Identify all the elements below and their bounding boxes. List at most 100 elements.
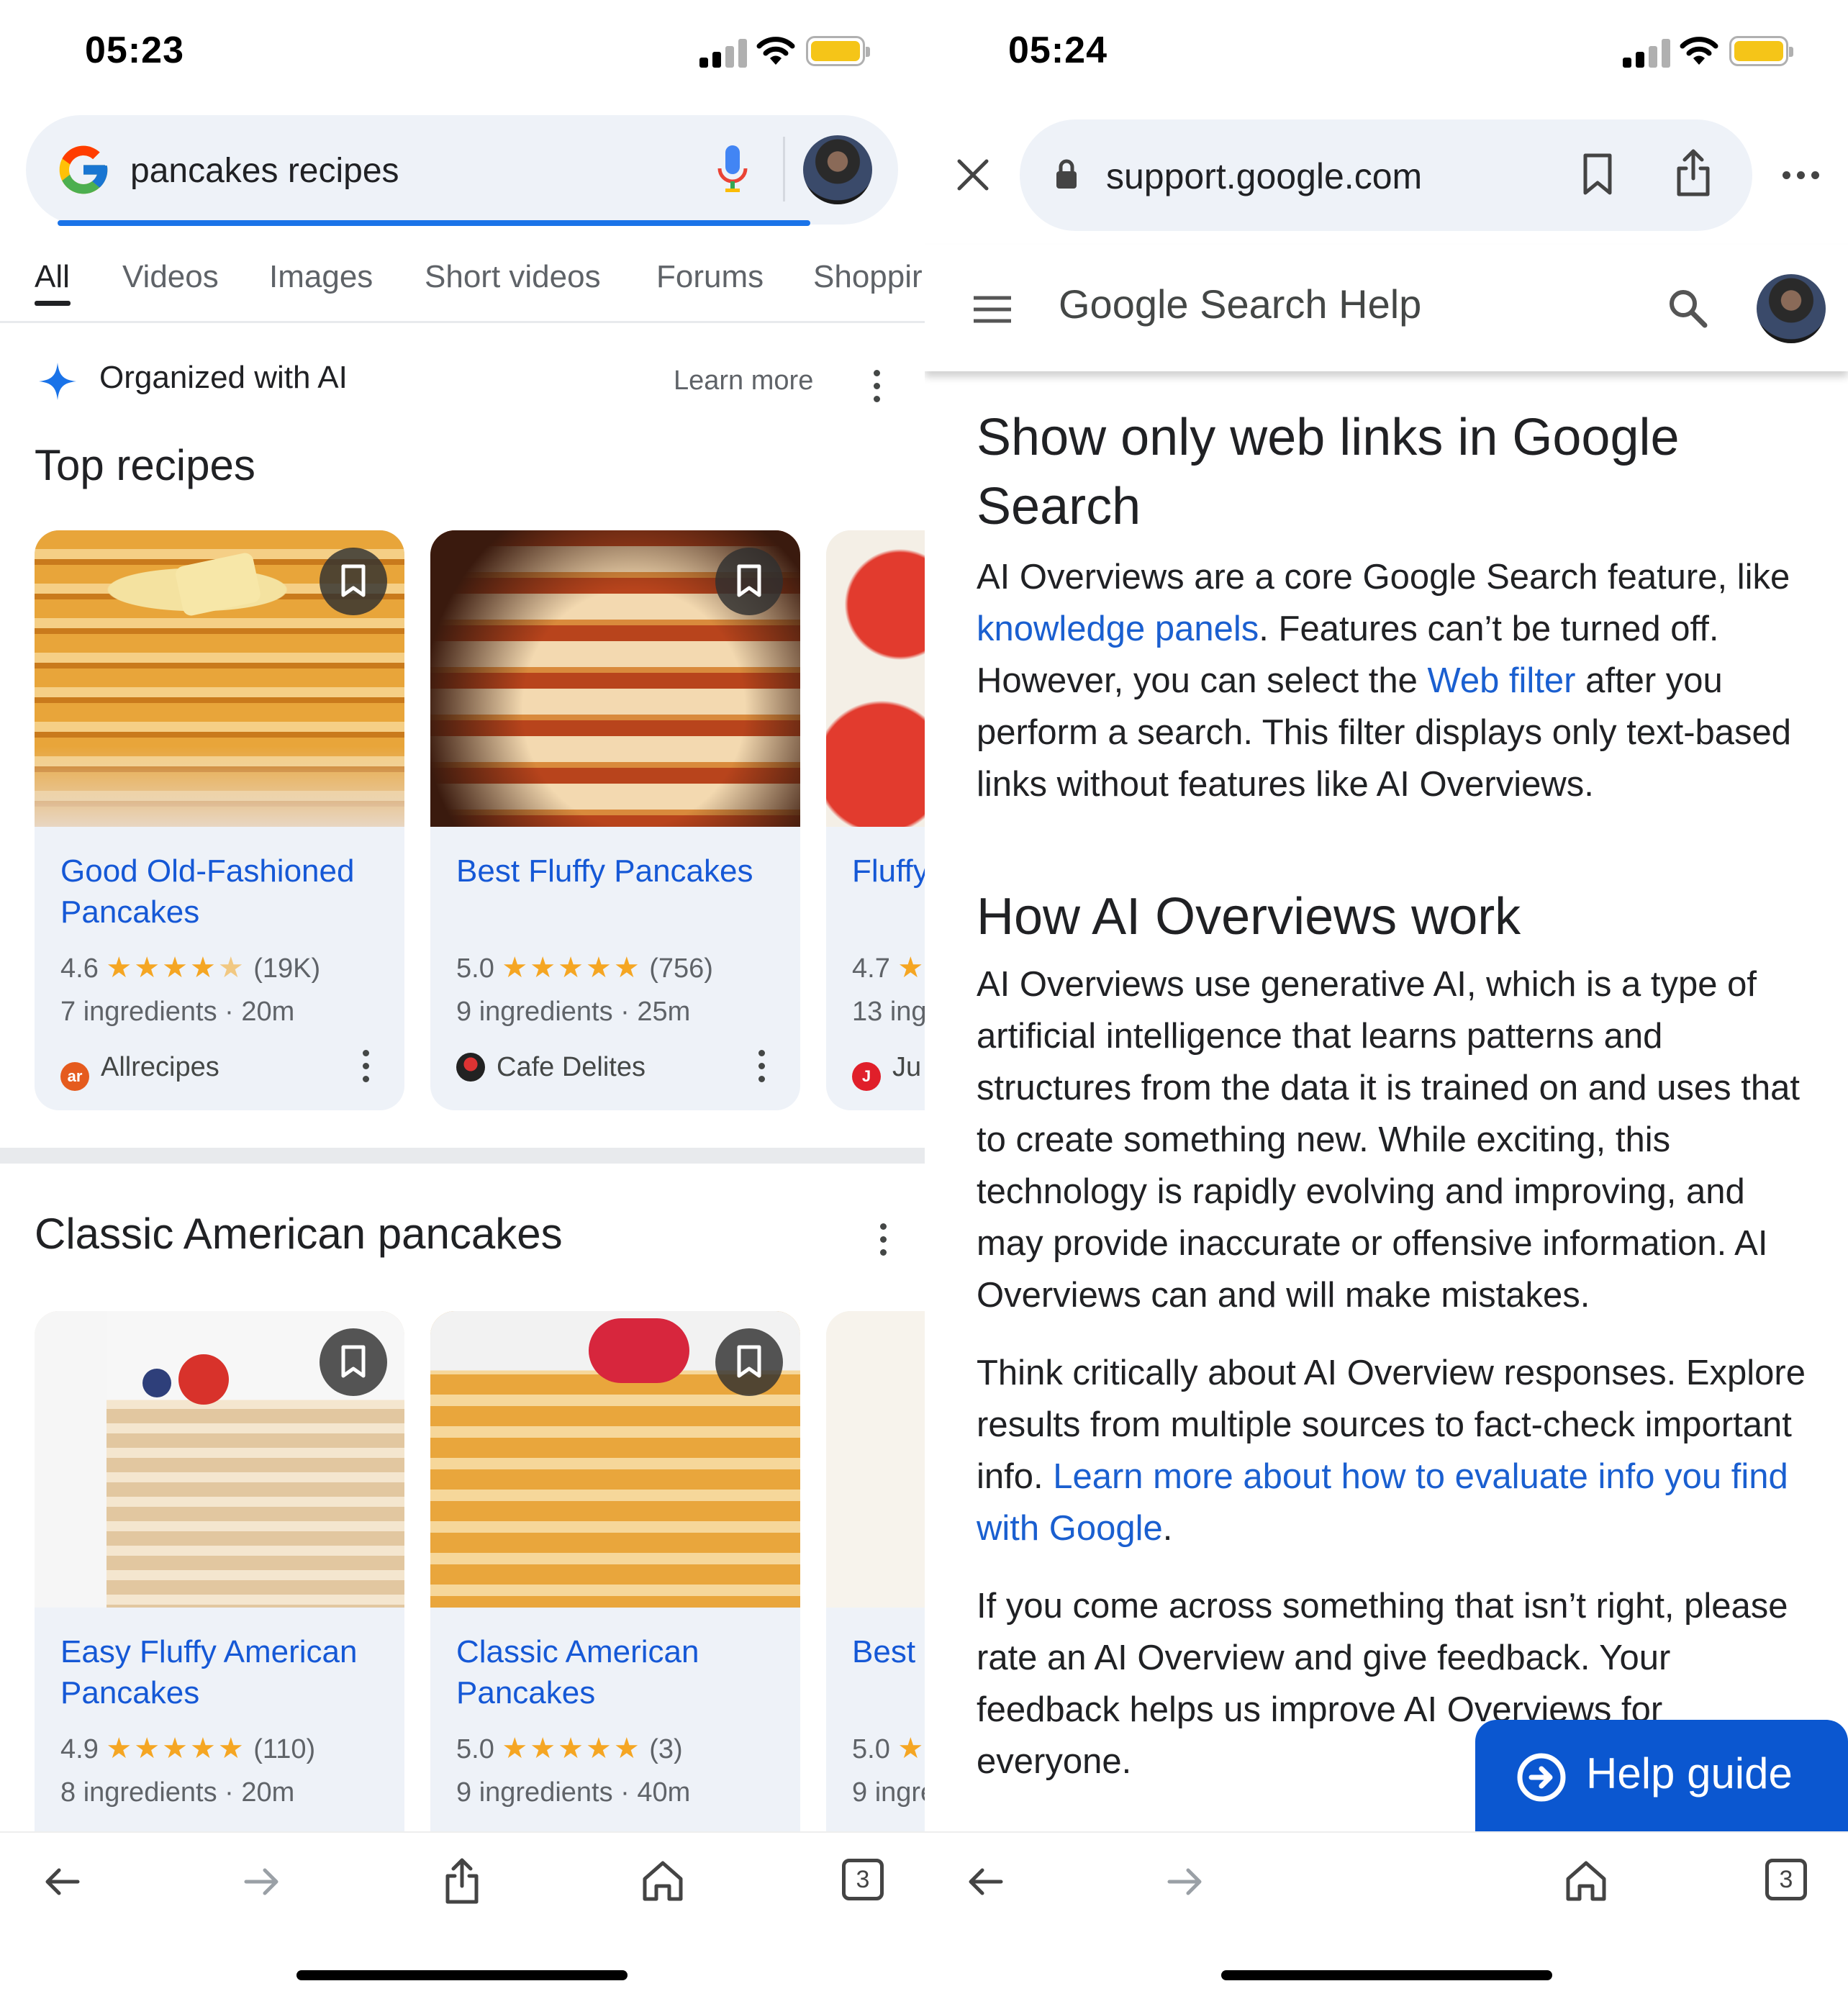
recipe-meta: 9 ingredients · 40m — [456, 1777, 691, 1808]
section-more-options-icon[interactable] — [879, 1223, 887, 1262]
ai-more-options-icon[interactable] — [872, 370, 881, 409]
star-rating-icon: ★★★★★ — [106, 1733, 246, 1764]
star-rating-icon: ★ — [897, 1733, 925, 1764]
knowledge-panels-link[interactable]: knowledge panels — [977, 609, 1259, 648]
recipe-card[interactable]: Good Old-Fashioned Pancakes 4.6 ★★★★★ (1… — [35, 530, 404, 1110]
star-rating-icon: ★★★★ — [106, 952, 218, 984]
star-rating-icon: ★★★★★ — [502, 952, 642, 984]
bookmark-icon — [341, 564, 366, 597]
address-bar[interactable]: support.google.com — [1020, 119, 1752, 231]
close-icon[interactable] — [955, 157, 991, 193]
recipe-title[interactable]: Fluffy Souff — [852, 851, 925, 892]
evaluate-info-link[interactable]: Learn more about how to evaluate info yo… — [977, 1457, 1788, 1548]
status-time: 05:23 — [85, 30, 184, 71]
tab-all[interactable]: All — [35, 259, 70, 295]
home-icon[interactable] — [1564, 1859, 1608, 1903]
recipe-rating: 4.6 ★★★★★ (19K) — [60, 952, 321, 984]
back-arrow-icon[interactable] — [42, 1862, 82, 1902]
article-paragraph: AI Overviews are a core Google Search fe… — [977, 558, 1792, 804]
recipe-rating: 4.9 ★★★★★ (110) — [60, 1733, 316, 1764]
recipe-rating: 4.7 ★ — [852, 952, 925, 984]
search-query[interactable]: pancakes recipes — [130, 151, 399, 191]
article-paragraph: Think critically about AI Overview respo… — [977, 1354, 1806, 1548]
cafe-delites-logo-icon — [456, 1053, 485, 1082]
recipe-card[interactable]: Classic American Pancakes 5.0 ★★★★★ (3) … — [430, 1311, 800, 1891]
recipe-meta: 13 ingr — [852, 997, 925, 1027]
profile-avatar[interactable] — [1757, 274, 1826, 343]
back-arrow-icon[interactable] — [965, 1862, 1005, 1902]
recipe-rating: 5.0 ★ — [852, 1733, 925, 1764]
save-button[interactable] — [320, 1328, 387, 1396]
forward-arrow-icon[interactable] — [242, 1862, 282, 1902]
half-star-icon: ★ — [217, 952, 246, 984]
recipe-meta: 9 ingre — [852, 1777, 925, 1808]
recipe-title[interactable]: Easy Fluffy American Pancakes — [60, 1631, 391, 1713]
recipe-card[interactable]: Best Fluffy Pancakes 5.0 ★★★★★ (756) 9 i… — [430, 530, 800, 1110]
tab-videos[interactable]: Videos — [122, 259, 219, 295]
tab-switcher-button[interactable]: 3 — [1765, 1859, 1807, 1900]
search-icon[interactable] — [1666, 286, 1709, 330]
recipe-source[interactable]: J Ju — [852, 1052, 921, 1091]
tab-short-videos[interactable]: Short videos — [425, 259, 601, 295]
section-title-classic-american: Classic American pancakes — [35, 1210, 563, 1258]
recipe-source[interactable]: Cafe Delites — [456, 1052, 646, 1083]
help-center-title[interactable]: Google Search Help — [1059, 281, 1421, 327]
profile-avatar[interactable] — [803, 135, 872, 204]
url-text[interactable]: support.google.com — [1106, 155, 1422, 197]
recipe-card[interactable]: Best Panc 5.0 ★ 9 ingre — [826, 1311, 925, 1891]
recipe-meta: 8 ingredients · 20m — [60, 1777, 295, 1808]
home-icon[interactable] — [640, 1859, 685, 1903]
ai-sparkle-icon — [39, 363, 76, 400]
share-icon[interactable] — [442, 1857, 482, 1905]
wifi-icon — [1680, 37, 1718, 65]
right-screen: 05:24 support.google.com Google Search H… — [925, 0, 1848, 1999]
tab-switcher-button[interactable]: 3 — [842, 1859, 884, 1900]
recipe-title[interactable]: Good Old-Fashioned Pancakes — [60, 851, 391, 933]
hamburger-menu-icon[interactable] — [972, 295, 1013, 324]
bookmark-icon — [737, 1345, 761, 1378]
help-guide-icon — [1517, 1753, 1566, 1802]
active-tab-indicator — [35, 301, 71, 306]
article-paragraph: AI Overviews use generative AI, which is… — [977, 965, 1800, 1315]
recipe-meta: 9 ingredients · 25m — [456, 997, 691, 1027]
tab-shopping[interactable]: Shoppir — [813, 259, 923, 295]
recipe-card[interactable]: Fluffy Souff 4.7 ★ 13 ingr JJu — [826, 530, 925, 1110]
learn-more-link[interactable]: Learn more — [674, 366, 813, 396]
save-button[interactable] — [715, 548, 783, 615]
left-screen: 05:23 pancakes recipes All Videos Images… — [0, 0, 925, 1999]
home-indicator — [296, 1970, 628, 1980]
more-options-icon[interactable] — [1783, 170, 1819, 183]
tab-forums[interactable]: Forums — [656, 259, 764, 295]
help-guide-label: Help guide — [1586, 1749, 1793, 1798]
article-body: Show only web links in Google Search AI … — [977, 403, 1818, 1787]
microphone-icon[interactable] — [717, 144, 748, 196]
section-heading: How AI Overviews work — [977, 888, 1521, 946]
save-button[interactable] — [320, 548, 387, 615]
battery-icon — [1729, 36, 1793, 66]
search-divider — [783, 137, 785, 201]
recipe-title[interactable]: Best Panc — [852, 1631, 925, 1672]
help-guide-button[interactable]: Help guide — [1475, 1720, 1848, 1842]
bookmark-icon[interactable] — [1581, 153, 1614, 196]
share-icon[interactable] — [1673, 148, 1713, 199]
search-bar[interactable]: pancakes recipes — [26, 115, 898, 225]
recipe-image — [826, 1311, 925, 1608]
web-filter-link[interactable]: Web filter — [1427, 661, 1575, 700]
source-logo-icon: J — [852, 1062, 881, 1091]
recipe-source[interactable]: ar Allrecipes — [60, 1052, 219, 1091]
signal-icon — [699, 37, 750, 68]
save-button[interactable] — [715, 1328, 783, 1396]
recipe-title[interactable]: Best Fluffy Pancakes — [456, 851, 787, 892]
star-rating-icon: ★ — [897, 952, 925, 984]
recipe-rating: 5.0 ★★★★★ (3) — [456, 1733, 683, 1764]
recipe-title[interactable]: Classic American Pancakes — [456, 1631, 787, 1713]
recipe-rating: 5.0 ★★★★★ (756) — [456, 952, 713, 984]
recipe-card[interactable]: Easy Fluffy American Pancakes 4.9 ★★★★★ … — [35, 1311, 404, 1891]
tab-images[interactable]: Images — [269, 259, 373, 295]
card-more-options-icon[interactable] — [361, 1050, 370, 1089]
bookmark-icon — [737, 564, 761, 597]
forward-arrow-icon[interactable] — [1165, 1862, 1205, 1902]
google-logo-icon — [59, 145, 108, 194]
card-more-options-icon[interactable] — [757, 1050, 766, 1089]
recipe-image — [826, 530, 925, 827]
